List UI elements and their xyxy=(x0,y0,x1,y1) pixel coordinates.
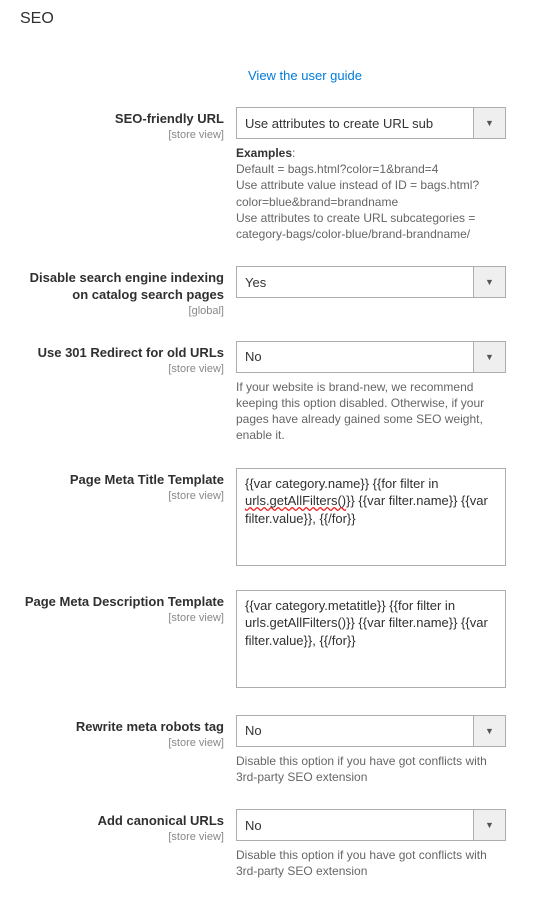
textarea-meta-title-tpl[interactable]: {{var category.name}} {{for filter in ur… xyxy=(236,468,506,566)
note-rewrite-robots: Disable this option if you have got conf… xyxy=(236,753,506,785)
chevron-down-icon[interactable]: ▼ xyxy=(474,715,506,747)
row-use-301: Use 301 Redirect for old URLs [store vie… xyxy=(20,341,519,444)
select-value: Yes xyxy=(236,266,474,298)
row-add-canonical: Add canonical URLs [store view] No ▼ Dis… xyxy=(20,809,519,879)
scope-meta-title-tpl: [store view] xyxy=(20,490,224,502)
chevron-down-icon[interactable]: ▼ xyxy=(474,809,506,841)
scope-meta-desc-tpl: [store view] xyxy=(20,612,224,624)
row-meta-title-tpl: Page Meta Title Template [store view] {{… xyxy=(20,468,519,566)
scope-rewrite-robots: [store view] xyxy=(20,737,224,749)
chevron-down-icon[interactable]: ▼ xyxy=(474,107,506,139)
label-meta-desc-tpl: Page Meta Description Template xyxy=(20,594,224,611)
select-disable-indexing[interactable]: Yes ▼ xyxy=(236,266,506,298)
note-use-301: If your website is brand-new, we recomme… xyxy=(236,379,506,444)
label-use-301: Use 301 Redirect for old URLs xyxy=(20,345,224,362)
scope-add-canonical: [store view] xyxy=(20,831,224,843)
select-use-301[interactable]: No ▼ xyxy=(236,341,506,373)
row-rewrite-robots: Rewrite meta robots tag [store view] No … xyxy=(20,715,519,785)
select-value: Use attributes to create URL sub xyxy=(236,107,474,139)
select-seo-friendly-url[interactable]: Use attributes to create URL sub ▼ xyxy=(236,107,506,139)
note-add-canonical: Disable this option if you have got conf… xyxy=(236,847,506,879)
select-value: No xyxy=(236,341,474,373)
row-meta-desc-tpl: Page Meta Description Template [store vi… xyxy=(20,590,519,691)
row-disable-indexing: Disable search engine indexing on catalo… xyxy=(20,266,519,317)
scope-seo-friendly-url: [store view] xyxy=(20,129,224,141)
select-add-canonical[interactable]: No ▼ xyxy=(236,809,506,841)
note-seo-friendly-url: Examples: Default = bags.html?color=1&br… xyxy=(236,145,506,242)
select-rewrite-robots[interactable]: No ▼ xyxy=(236,715,506,747)
label-rewrite-robots: Rewrite meta robots tag xyxy=(20,719,224,736)
select-value: No xyxy=(236,715,474,747)
label-add-canonical: Add canonical URLs xyxy=(20,813,224,830)
label-meta-title-tpl: Page Meta Title Template xyxy=(20,472,224,489)
user-guide-link[interactable]: View the user guide xyxy=(248,68,519,83)
scope-disable-indexing: [global] xyxy=(20,305,224,317)
row-seo-friendly-url: SEO-friendly URL [store view] Use attrib… xyxy=(20,107,519,242)
chevron-down-icon[interactable]: ▼ xyxy=(474,341,506,373)
select-value: No xyxy=(236,809,474,841)
section-title: SEO xyxy=(20,10,519,28)
textarea-meta-desc-tpl[interactable] xyxy=(236,590,506,688)
chevron-down-icon[interactable]: ▼ xyxy=(474,266,506,298)
scope-use-301: [store view] xyxy=(20,363,224,375)
label-disable-indexing: Disable search engine indexing on catalo… xyxy=(20,270,224,304)
label-seo-friendly-url: SEO-friendly URL xyxy=(20,111,224,128)
